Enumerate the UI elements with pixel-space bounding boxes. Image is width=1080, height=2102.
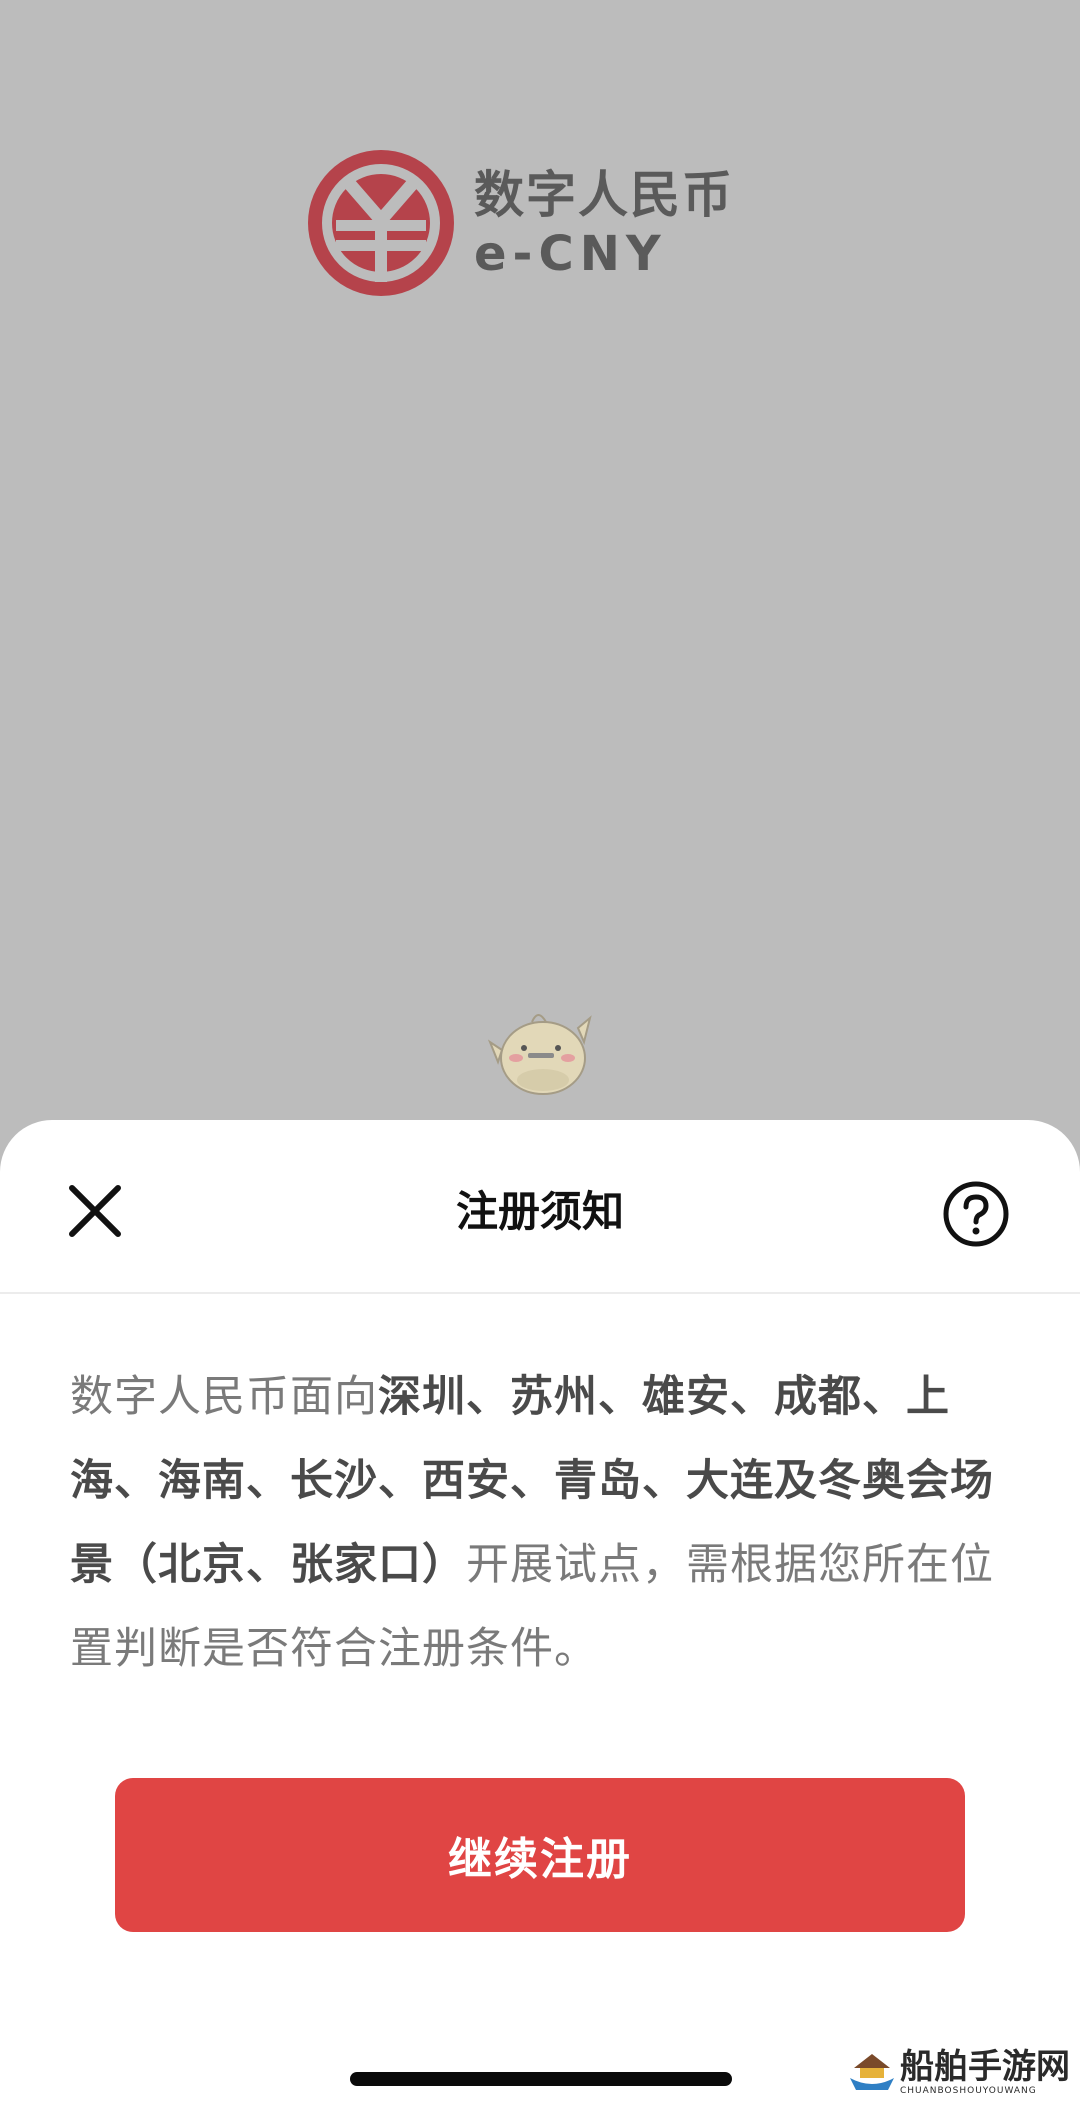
home-indicator xyxy=(350,2072,732,2086)
mascot-icon xyxy=(488,1014,592,1095)
ecny-logo: 数字人民币 e-CNY xyxy=(308,150,734,296)
ecny-logo-icon xyxy=(308,150,454,296)
logo-name-en: e-CNY xyxy=(474,226,667,282)
app-background: 数字人民币 e-CNY xyxy=(0,0,1080,1125)
notice-part: 数字人民币面向 xyxy=(70,1372,378,1422)
watermark-en: CHUANBOSHOUYOUWANG xyxy=(900,2086,1037,2096)
boat-logo-icon xyxy=(850,2054,894,2090)
watermark-text: 船舶手游网 CHUANBOSHOUYOUWANG xyxy=(900,2048,1070,2096)
watermark: 船舶手游网 CHUANBOSHOUYOUWANG xyxy=(848,2048,1070,2096)
help-button[interactable] xyxy=(942,1180,1010,1248)
help-icon xyxy=(943,1181,1009,1247)
registration-notice-sheet: 注册须知 数字人民币面向深圳、苏州、雄安、成都、上海、海南、长沙、西安、青岛、大… xyxy=(0,1120,1080,2102)
logo-text: 数字人民币 e-CNY xyxy=(474,164,734,282)
sheet-title: 注册须知 xyxy=(455,1187,624,1236)
logo-name-cn: 数字人民币 xyxy=(474,166,734,224)
watermark-cn: 船舶手游网 xyxy=(900,2047,1070,2087)
continue-registration-button[interactable]: 继续注册 xyxy=(115,1778,965,1932)
notice-text: 数字人民币面向深圳、苏州、雄安、成都、上海、海南、长沙、西安、青岛、大连及冬奥会… xyxy=(70,1355,1012,1691)
sheet-header: 注册须知 xyxy=(0,1120,1080,1294)
